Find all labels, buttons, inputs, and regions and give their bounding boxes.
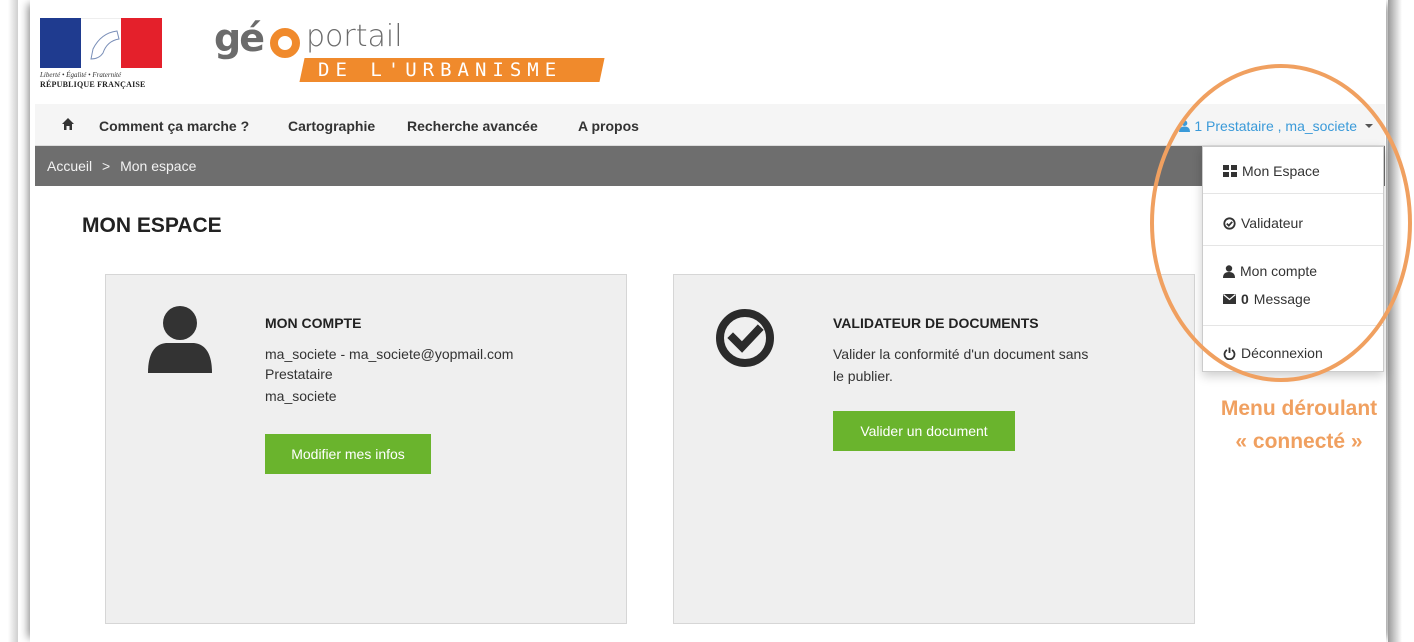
- user-silhouette-icon: [146, 305, 214, 380]
- nav-comment-ca-marche[interactable]: Comment ça marche ?: [99, 118, 249, 134]
- logo-o-circle: [270, 28, 300, 58]
- home-icon[interactable]: [61, 117, 75, 131]
- account-role-line: Prestataire: [265, 366, 333, 382]
- nav-a-propos[interactable]: A propos: [578, 118, 639, 134]
- logo-portail: portail: [306, 19, 403, 54]
- validator-desc-line1: Valider la conformité d'un document sans: [833, 346, 1089, 362]
- account-card-title: MON COMPTE: [265, 315, 362, 331]
- page-edge-right: [1388, 0, 1402, 642]
- account-email-line: ma_societe - ma_societe@yopmail.com: [265, 346, 514, 362]
- breadcrumb-text: Accueil > Mon espace: [47, 158, 196, 174]
- rf-name: RÉPUBLIQUE FRANÇAISE: [40, 80, 146, 89]
- rf-devise: Liberté • Égalité • Fraternité: [40, 71, 122, 79]
- valider-un-document-button[interactable]: Valider un document: [833, 411, 1015, 451]
- breadcrumb-current: Mon espace: [120, 158, 197, 174]
- account-card: MON COMPTE ma_societe - ma_societe@yopma…: [105, 274, 627, 624]
- breadcrumb-home[interactable]: Accueil: [47, 158, 92, 174]
- validator-card-title: VALIDATEUR DE DOCUMENTS: [833, 315, 1039, 331]
- page-title: MON ESPACE: [82, 214, 222, 237]
- validator-card: VALIDATEUR DE DOCUMENTS Valider la confo…: [673, 274, 1195, 624]
- breadcrumb-separator: >: [102, 158, 111, 174]
- nav-cartographie[interactable]: Cartographie: [288, 118, 375, 134]
- annotation-line2: « connecté »: [1235, 430, 1363, 453]
- validator-desc-line2: le publier.: [833, 368, 893, 384]
- marianne-flag-icon: [40, 18, 163, 68]
- page-edge-left: [8, 0, 18, 642]
- account-company-line: ma_societe: [265, 388, 337, 404]
- logo-ge: gé: [214, 16, 265, 60]
- republique-francaise-logo[interactable]: Liberté • Égalité • Fraternité RÉPUBLIQU…: [40, 18, 163, 90]
- nav-recherche-avancee[interactable]: Recherche avancée: [407, 118, 538, 134]
- check-circle-icon: [714, 307, 776, 374]
- geoportail-logo[interactable]: gé portail De L'URBanIsme: [214, 18, 614, 88]
- annotation-highlight-ellipse: [1150, 64, 1412, 382]
- logo-urbanisme: De L'URBanIsme: [318, 59, 563, 81]
- annotation-label: Menu déroulant « connecté »: [1188, 392, 1410, 458]
- modifier-mes-infos-button[interactable]: Modifier mes infos: [265, 434, 431, 474]
- annotation-line1: Menu déroulant: [1220, 397, 1378, 420]
